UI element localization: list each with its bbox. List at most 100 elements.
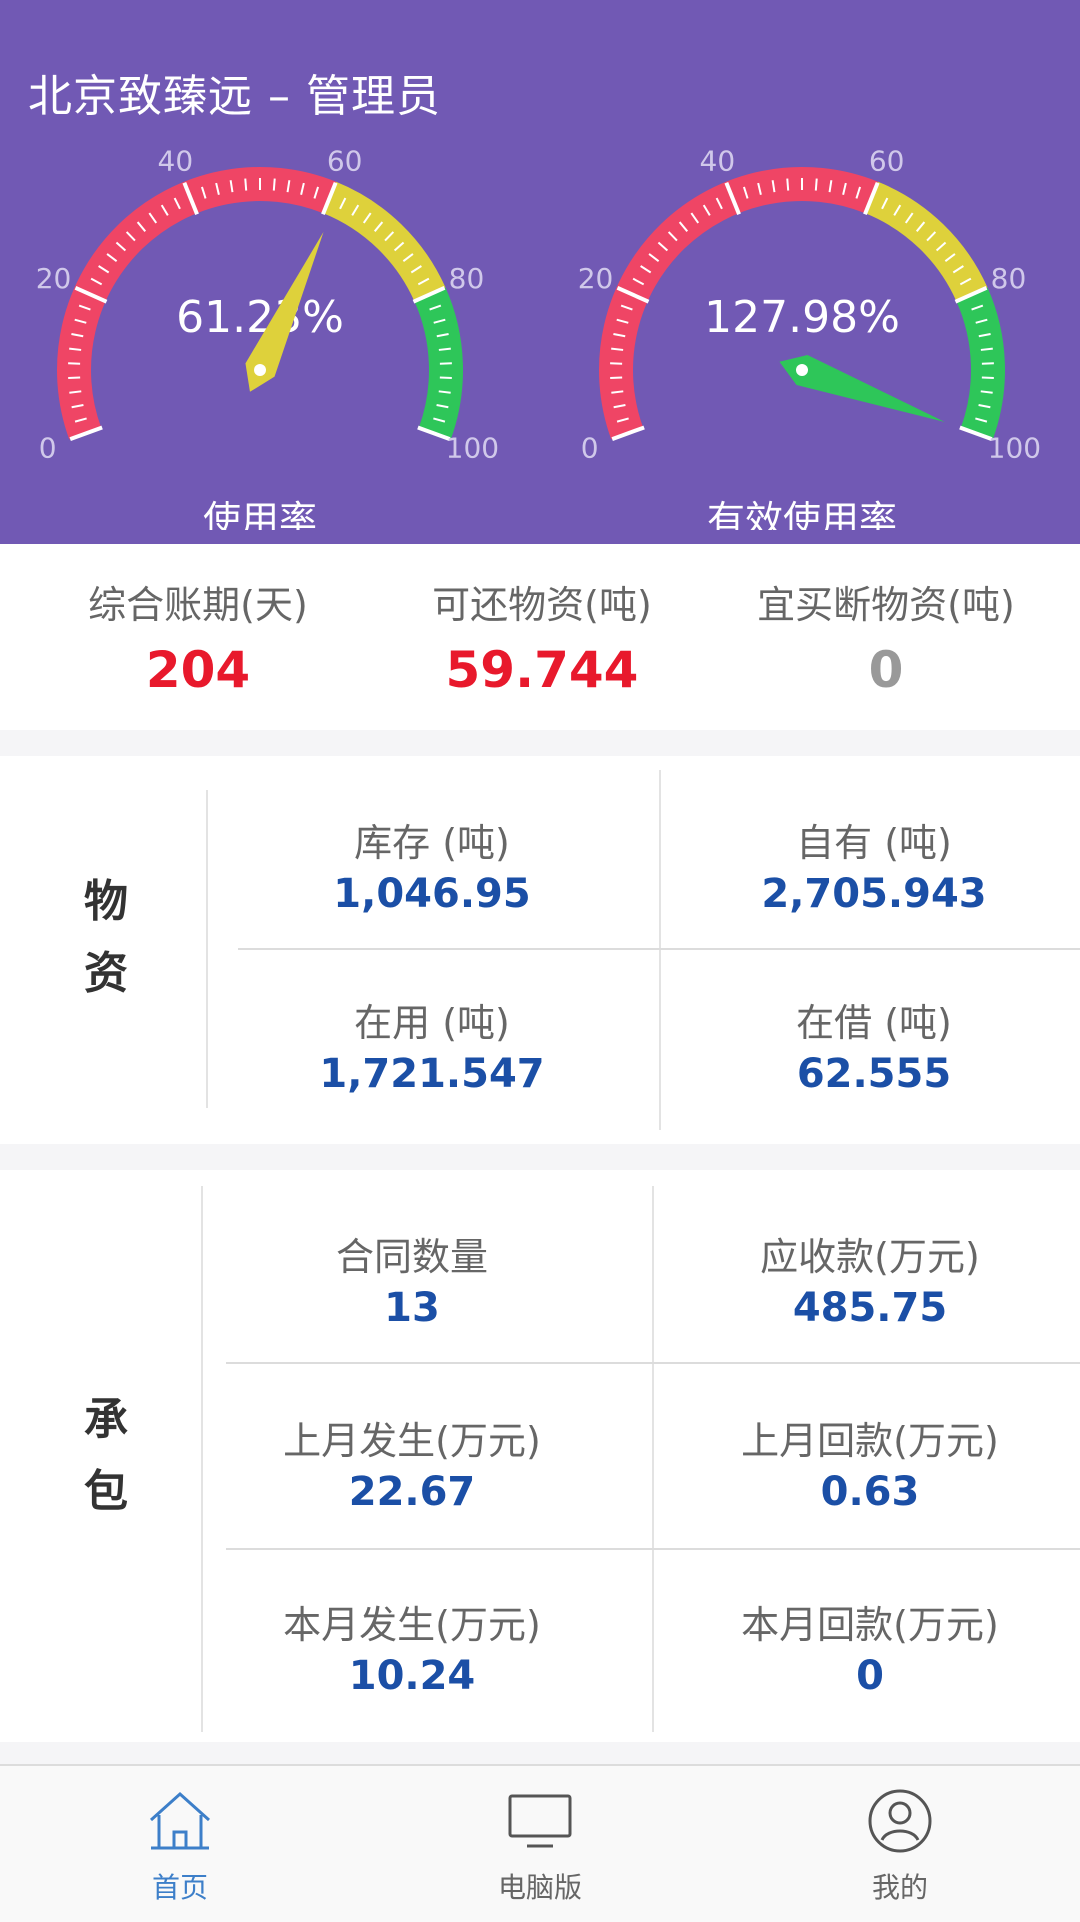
gauge-tick-label: 100 xyxy=(446,431,499,464)
tab-label: 我的 xyxy=(800,1866,1000,1906)
materials-card: 物 资 库存 (吨) 1,046.95 自有 (吨) 2,705.943 在用 … xyxy=(0,756,1080,1144)
contracts-cell-last-month-incurred[interactable]: 上月发生(万元) 22.67 xyxy=(212,1410,612,1515)
summary-item-billing-period[interactable]: 综合账期(天) 204 xyxy=(28,574,368,699)
gauge-tick-label: 0 xyxy=(39,431,57,464)
cell-label: 上月回款(万元) xyxy=(660,1410,1080,1465)
gauge-minor-tick xyxy=(611,349,623,350)
gauge-minor-tick xyxy=(981,349,993,350)
cell-value: 2,705.943 xyxy=(664,871,1080,917)
contracts-card: 承 包 合同数量 13 应收款(万元) 485.75 上月发生(万元) 22.6… xyxy=(0,1170,1080,1742)
summary-label: 综合账期(天) xyxy=(28,574,368,629)
gauge-minor-tick xyxy=(274,179,275,191)
cell-value: 10.24 xyxy=(212,1653,612,1699)
gauge-needle-pivot xyxy=(254,364,266,376)
gauge-tick-label: 40 xyxy=(700,150,736,177)
tab-home[interactable]: 首页 xyxy=(80,1788,280,1906)
gauge-tick-label: 20 xyxy=(578,262,614,295)
contracts-title-char-1: 承 xyxy=(76,1384,136,1456)
gauge-tick-label: 60 xyxy=(327,150,363,177)
materials-cell-in-use[interactable]: 在用 (吨) 1,721.547 xyxy=(222,992,642,1097)
cell-value: 1,721.547 xyxy=(222,1051,642,1097)
materials-title-char-1: 物 xyxy=(76,866,136,938)
cell-value: 0 xyxy=(660,1653,1080,1699)
gauge-minor-tick xyxy=(440,378,452,379)
gauge-value-text: 61.23% xyxy=(176,292,344,343)
dashboard-header: 北京致臻远 – 管理员 0 20 40 60 80 100 61.23% 使用率 0 20 40 6… xyxy=(0,0,1080,544)
summary-value: 204 xyxy=(28,641,368,699)
materials-card-title: 物 资 xyxy=(76,866,136,1010)
contracts-row-divider-1 xyxy=(226,1362,1080,1364)
home-icon xyxy=(147,1788,213,1854)
contracts-title-divider xyxy=(201,1186,203,1732)
effective-usage-rate-gauge: 020406080100127.98%有效使用率 xyxy=(562,150,1042,530)
cell-label: 自有 (吨) xyxy=(664,812,1080,867)
summary-item-buyout-materials[interactable]: 宜买断物资(吨) 0 xyxy=(716,574,1056,699)
gauge-minor-tick xyxy=(787,179,788,191)
summary-item-returnable-materials[interactable]: 可还物资(吨) 59.744 xyxy=(372,574,712,699)
cell-label: 库存 (吨) xyxy=(222,812,642,867)
materials-column-divider xyxy=(659,770,661,1130)
contracts-column-divider xyxy=(652,1186,654,1732)
cell-value: 13 xyxy=(212,1285,612,1331)
gauge-minor-tick xyxy=(245,179,246,191)
summary-value: 0 xyxy=(716,641,1056,699)
gauge-minor-tick xyxy=(816,179,817,191)
gauge-minor-tick xyxy=(610,378,622,379)
cell-label: 合同数量 xyxy=(212,1226,612,1281)
gauge-label: 使用率 xyxy=(203,498,317,530)
tab-label: 首页 xyxy=(80,1866,280,1906)
gauge-minor-tick xyxy=(982,378,994,379)
cell-value: 1,046.95 xyxy=(222,871,642,917)
tab-label: 电脑版 xyxy=(440,1866,640,1906)
contracts-cell-last-month-collected[interactable]: 上月回款(万元) 0.63 xyxy=(660,1410,1080,1515)
usage-rate-gauge-svg: 0 20 40 60 80 100 61.23% 使用率 xyxy=(20,150,500,530)
page-title: 北京致臻远 – 管理员 xyxy=(28,60,441,124)
contracts-cell-receivable[interactable]: 应收款(万元) 485.75 xyxy=(660,1226,1080,1331)
gauge-tick-label: 0 xyxy=(581,431,599,464)
gauge-tick-label: 40 xyxy=(158,150,194,177)
gauge-tick-label: 60 xyxy=(869,150,905,177)
materials-cell-borrowed[interactable]: 在借 (吨) 62.555 xyxy=(664,992,1080,1097)
gauge-tick-label: 80 xyxy=(449,262,485,295)
gauge-minor-tick xyxy=(69,349,81,350)
contracts-row-divider-2 xyxy=(226,1548,1080,1550)
summary-label: 可还物资(吨) xyxy=(372,574,712,629)
usage-rate-gauge: 0 20 40 60 80 100 61.23% 使用率 xyxy=(20,150,500,530)
gauge-tick-label: 80 xyxy=(991,262,1027,295)
cell-label: 本月发生(万元) xyxy=(212,1594,612,1649)
gauge-minor-tick xyxy=(439,349,451,350)
materials-cell-owned[interactable]: 自有 (吨) 2,705.943 xyxy=(664,812,1080,917)
monitor-icon xyxy=(507,1788,573,1854)
tab-mine[interactable]: 我的 xyxy=(800,1788,1000,1906)
gauge-band-yellow xyxy=(330,198,430,295)
materials-title-divider xyxy=(206,790,208,1108)
gauge-minor-tick xyxy=(981,391,993,392)
cell-value: 62.555 xyxy=(664,1051,1080,1097)
cell-value: 0.63 xyxy=(660,1469,1080,1515)
cell-value: 485.75 xyxy=(660,1285,1080,1331)
cell-label: 本月回款(万元) xyxy=(660,1594,1080,1649)
contracts-cell-this-month-collected[interactable]: 本月回款(万元) 0 xyxy=(660,1594,1080,1699)
contracts-card-title: 承 包 xyxy=(76,1384,136,1528)
gauge-needle-pivot xyxy=(796,364,808,376)
contracts-title-char-2: 包 xyxy=(76,1456,136,1528)
cell-value: 22.67 xyxy=(212,1469,612,1515)
gauge-minor-tick xyxy=(68,378,80,379)
user-icon xyxy=(867,1788,933,1854)
gauge-band-yellow xyxy=(872,198,972,295)
materials-title-char-2: 资 xyxy=(76,938,136,1010)
gauge-minor-tick xyxy=(439,391,451,392)
contracts-cell-count[interactable]: 合同数量 13 xyxy=(212,1226,612,1331)
summary-value: 59.744 xyxy=(372,641,712,699)
cell-label: 应收款(万元) xyxy=(660,1226,1080,1281)
materials-cell-stock[interactable]: 库存 (吨) 1,046.95 xyxy=(222,812,642,917)
materials-row-divider xyxy=(238,948,1080,950)
bottom-tab-bar: 首页 电脑版 我的 xyxy=(0,1764,1080,1922)
summary-strip: 综合账期(天) 204 可还物资(吨) 59.744 宜买断物资(吨) 0 xyxy=(0,544,1080,730)
gauge-tick-label: 20 xyxy=(36,262,72,295)
contracts-cell-this-month-incurred[interactable]: 本月发生(万元) 10.24 xyxy=(212,1594,612,1699)
tab-desktop-version[interactable]: 电脑版 xyxy=(440,1788,640,1906)
summary-label: 宜买断物资(吨) xyxy=(716,574,1056,629)
cell-label: 在用 (吨) xyxy=(222,992,642,1047)
gauge-minor-tick xyxy=(611,391,623,392)
